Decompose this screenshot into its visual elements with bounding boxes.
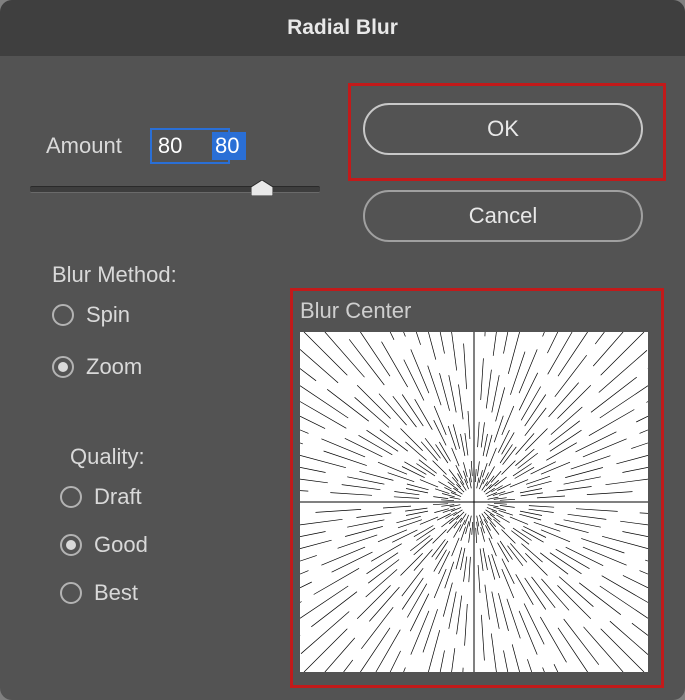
radio-best[interactable]: Best xyxy=(60,580,148,606)
radio-label: Draft xyxy=(94,484,142,510)
quality-group: Quality: Draft Good Best xyxy=(60,444,148,606)
radio-label: Good xyxy=(94,532,148,558)
radio-icon xyxy=(60,534,82,556)
radio-icon xyxy=(52,356,74,378)
radio-icon xyxy=(60,582,82,604)
amount-slider[interactable] xyxy=(30,182,320,204)
ok-button[interactable]: OK xyxy=(363,103,643,155)
radio-label: Spin xyxy=(86,302,130,328)
blur-center-label: Blur Center xyxy=(300,298,411,324)
radio-spin[interactable]: Spin xyxy=(52,302,177,328)
amount-label: Amount xyxy=(46,133,122,159)
radio-icon xyxy=(52,304,74,326)
blur-method-title: Blur Method: xyxy=(52,262,177,288)
amount-row: Amount xyxy=(46,128,230,164)
radio-good[interactable]: Good xyxy=(60,532,148,558)
slider-track xyxy=(30,186,320,193)
dialog-title: Radial Blur xyxy=(0,0,685,56)
quality-title: Quality: xyxy=(70,444,148,470)
slider-handle[interactable] xyxy=(251,180,273,196)
radial-blur-dialog: Radial Blur Amount 80 OK Cancel Blur Met… xyxy=(0,0,685,700)
blur-center-preview[interactable] xyxy=(300,332,648,672)
cancel-button[interactable]: Cancel xyxy=(363,190,643,242)
amount-input[interactable] xyxy=(150,128,230,164)
radio-icon xyxy=(60,486,82,508)
radio-draft[interactable]: Draft xyxy=(60,484,148,510)
blur-method-group: Blur Method: Spin Zoom xyxy=(52,262,177,380)
radio-label: Best xyxy=(94,580,138,606)
radio-label: Zoom xyxy=(86,354,142,380)
radio-zoom[interactable]: Zoom xyxy=(52,354,177,380)
